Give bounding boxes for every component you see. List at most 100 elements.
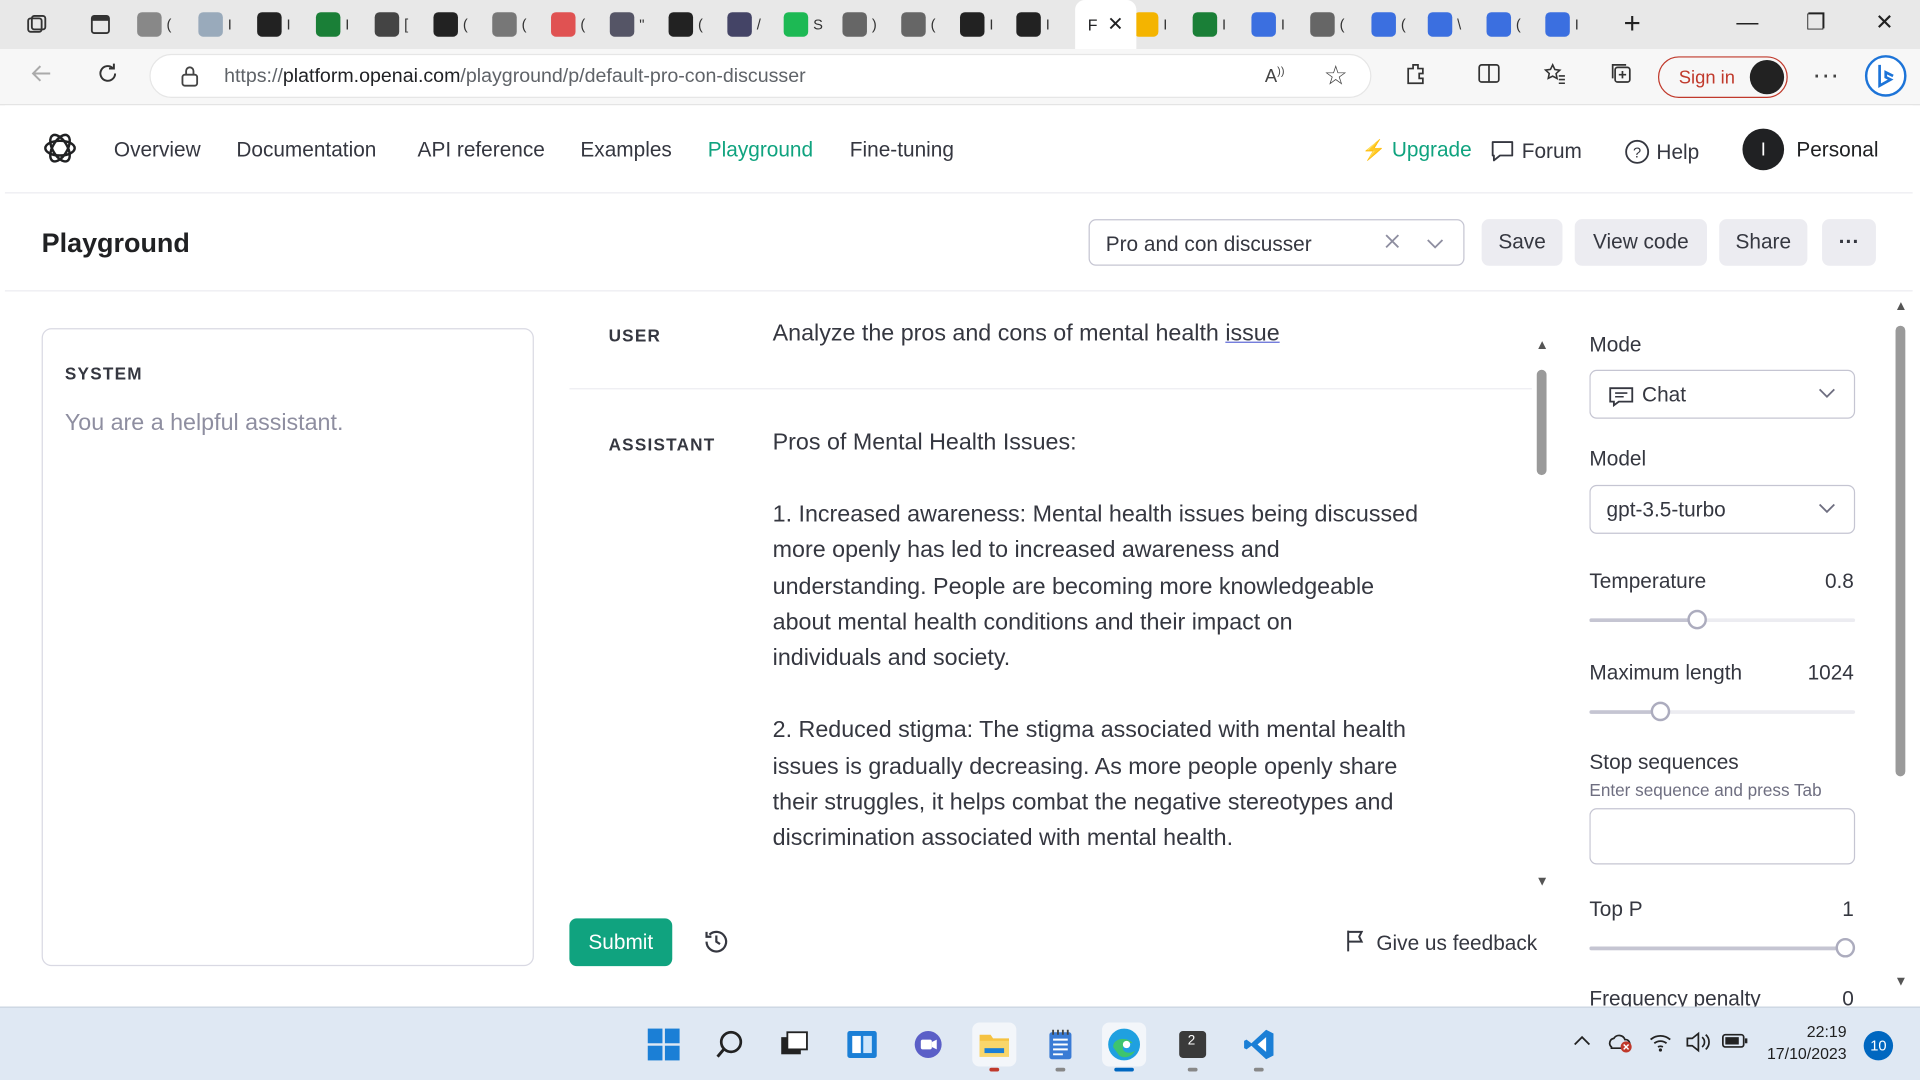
browser-tab[interactable]: ) [842, 11, 877, 38]
browser-tab[interactable]: I [960, 11, 993, 38]
sign-in-button[interactable]: Sign in [1657, 56, 1788, 98]
browser-tab[interactable]: I [257, 11, 291, 38]
workspaces-icon[interactable] [24, 12, 48, 36]
browser-tab[interactable]: ( [492, 11, 527, 38]
settings-more-icon[interactable]: ··· [1812, 59, 1839, 91]
favorites-icon[interactable] [1543, 61, 1567, 93]
browser-tab[interactable]: ( [433, 11, 468, 38]
browser-tab[interactable]: ( [1371, 11, 1406, 38]
new-tab-icon[interactable]: + [1614, 7, 1651, 41]
favorite-star-icon[interactable]: ☆ [1324, 60, 1348, 92]
vscode-icon[interactable] [1237, 1022, 1281, 1072]
terminal-stack-icon[interactable]: 2 [1171, 1022, 1215, 1072]
model-select[interactable]: gpt-3.5-turbo [1589, 484, 1856, 534]
close-tab-icon[interactable]: ✕ [1107, 12, 1123, 36]
edge-browser-icon[interactable] [1102, 1022, 1147, 1072]
onedrive-error-icon[interactable] [1607, 1031, 1634, 1059]
assistant-message[interactable]: Pros of Mental Health Issues: 1. Increas… [773, 425, 1459, 857]
system-prompt-text[interactable]: You are a helpful assistant. [65, 410, 344, 437]
refresh-icon[interactable] [96, 61, 120, 93]
task-view-icon[interactable] [771, 1022, 815, 1066]
feedback-link[interactable]: Give us feedback [1345, 928, 1537, 959]
widgets-icon[interactable] [840, 1022, 884, 1066]
notification-count-badge[interactable]: 10 [1863, 1031, 1894, 1061]
scroll-down-arrow-icon[interactable]: ▼ [1536, 874, 1549, 889]
battery-icon[interactable] [1722, 1031, 1749, 1057]
volume-icon[interactable] [1685, 1031, 1712, 1059]
page-scrollbar-thumb[interactable] [1895, 325, 1906, 777]
wifi-icon[interactable] [1648, 1031, 1672, 1059]
nav-documentation[interactable]: Documentation [236, 138, 376, 162]
extensions-icon[interactable] [1403, 61, 1427, 93]
help-link[interactable]: ? Help [1624, 138, 1699, 165]
close-window-icon[interactable]: ✕ [1866, 10, 1903, 36]
file-explorer-icon[interactable] [972, 1022, 1017, 1072]
mode-select[interactable]: Chat [1589, 369, 1856, 419]
browser-tab[interactable]: / [727, 11, 761, 38]
top-p-slider[interactable] [1589, 937, 1856, 958]
browser-tab[interactable]: I [1251, 11, 1285, 38]
collections-icon[interactable] [1609, 61, 1633, 93]
slider-handle[interactable] [1835, 937, 1856, 958]
teams-chat-icon[interactable] [906, 1022, 950, 1066]
slider-handle[interactable] [1687, 609, 1707, 630]
system-prompt-panel[interactable]: SYSTEM You are a helpful assistant. [41, 328, 534, 967]
chevron-down-icon[interactable] [1424, 233, 1446, 261]
user-message[interactable]: Analyze the pros and cons of mental heal… [773, 316, 1280, 352]
browser-tab[interactable]: I [198, 11, 232, 38]
account-name[interactable]: Personal [1796, 138, 1878, 162]
nav-fine-tuning[interactable]: Fine-tuning [850, 138, 954, 162]
history-icon[interactable] [700, 926, 732, 958]
scroll-up-arrow-icon[interactable]: ▲ [1894, 299, 1907, 314]
max-length-value[interactable]: 1024 [1808, 661, 1854, 685]
browser-tab[interactable]: I [1192, 11, 1226, 38]
system-clock[interactable]: 22:19 17/10/2023 [1767, 1021, 1847, 1065]
frequency-penalty-value[interactable]: 0 [1842, 987, 1854, 1007]
top-p-value[interactable]: 1 [1842, 898, 1854, 922]
browser-tab[interactable]: ( [901, 11, 936, 38]
active-tab[interactable]: F ✕ [1075, 0, 1137, 49]
browser-tab[interactable]: I [1545, 11, 1579, 38]
scroll-down-arrow-icon[interactable]: ▼ [1894, 975, 1907, 990]
minimize-icon[interactable]: — [1729, 10, 1766, 36]
nav-examples[interactable]: Examples [580, 138, 671, 162]
temperature-slider[interactable] [1589, 609, 1856, 630]
browser-tab[interactable]: ( [551, 11, 585, 38]
browser-tab[interactable]: " [609, 11, 644, 38]
temperature-value[interactable]: 0.8 [1825, 569, 1854, 593]
view-code-button[interactable]: View code [1574, 219, 1707, 266]
tray-chevron-up-icon[interactable] [1572, 1031, 1592, 1057]
browser-tab[interactable]: ( [1310, 11, 1345, 38]
browser-tab[interactable]: I [1133, 11, 1167, 38]
back-icon[interactable] [29, 61, 53, 93]
browser-tab[interactable]: ( [668, 11, 703, 38]
notepad-icon[interactable] [1038, 1022, 1082, 1072]
messages-scrollbar[interactable]: ▲ ▼ [1533, 338, 1553, 889]
windows-start-icon[interactable] [642, 1022, 686, 1066]
assistant-role-label[interactable]: ASSISTANT [609, 435, 716, 455]
restore-icon[interactable]: ❐ [1798, 10, 1835, 36]
preset-select[interactable]: Pro and con discusser [1088, 219, 1465, 266]
slider-handle[interactable] [1650, 701, 1671, 722]
url-input[interactable]: https://platform.openai.com/playground/p… [149, 53, 1372, 98]
browser-tab[interactable]: I [315, 11, 349, 38]
split-screen-icon[interactable] [1477, 61, 1501, 93]
read-aloud-icon[interactable]: A)) [1265, 65, 1285, 87]
save-button[interactable]: Save [1481, 219, 1563, 266]
user-avatar[interactable]: I [1742, 128, 1785, 171]
more-options-button[interactable]: ··· [1822, 219, 1876, 266]
share-button[interactable]: Share [1719, 219, 1808, 266]
stop-sequences-input[interactable] [1589, 808, 1856, 865]
nav-overview[interactable]: Overview [114, 138, 201, 162]
browser-tab[interactable]: [ [374, 11, 408, 38]
tab-actions-icon[interactable] [88, 12, 112, 36]
search-icon[interactable] [708, 1022, 752, 1066]
scroll-up-arrow-icon[interactable]: ▲ [1536, 338, 1549, 353]
openai-logo-icon[interactable] [42, 130, 79, 167]
submit-button[interactable]: Submit [569, 918, 673, 967]
browser-tab[interactable]: I [1016, 11, 1050, 38]
messages-scrollbar-thumb[interactable] [1536, 369, 1547, 476]
nav-playground[interactable]: Playground [708, 138, 813, 162]
forum-link[interactable]: Forum [1489, 138, 1582, 164]
user-role-label[interactable]: USER [609, 326, 662, 346]
